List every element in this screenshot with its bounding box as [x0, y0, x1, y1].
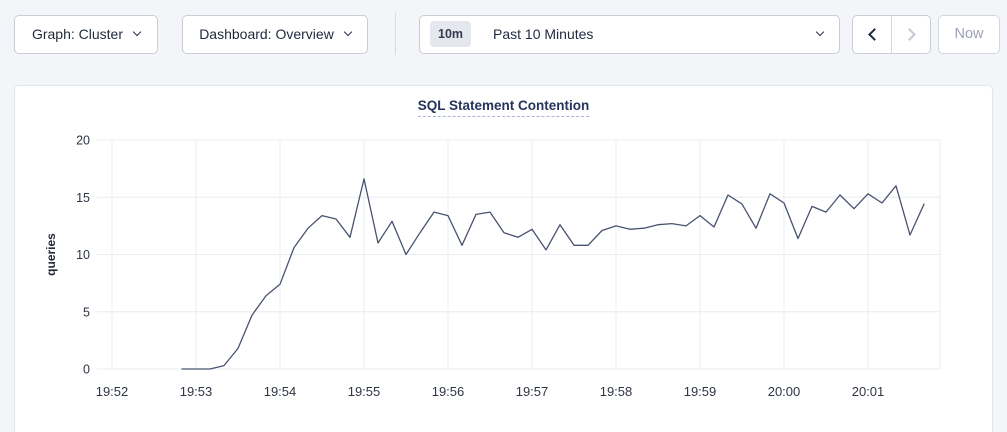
time-range-badge: 10m	[430, 21, 471, 47]
graph-dropdown[interactable]: Graph: Cluster	[14, 15, 158, 54]
graph-dropdown-label: Graph: Cluster	[32, 26, 123, 42]
x-tick-label: 19:52	[96, 384, 129, 399]
y-tick-label: 20	[76, 134, 90, 148]
time-range-dropdown[interactable]: 10m Past 10 Minutes	[419, 15, 840, 54]
sql-statement-contention-chart[interactable]: 0 5 10 15 20 19:52 19:53 19:54 19:55 19:56 19:57 19…	[15, 128, 992, 420]
series-line-queries	[182, 179, 924, 369]
y-axis-label: queries	[44, 233, 58, 276]
x-tick-label: 20:01	[852, 384, 885, 399]
x-tick-label: 19:56	[432, 384, 465, 399]
chevron-right-icon	[903, 28, 916, 41]
toolbar-divider	[395, 13, 396, 55]
x-tick-label: 20:00	[768, 384, 801, 399]
y-tick-label: 0	[83, 363, 90, 377]
x-tick-label: 19:58	[600, 384, 633, 399]
x-tick-label: 19:55	[348, 384, 381, 399]
x-tick-label: 19:54	[264, 384, 297, 399]
chevron-down-icon	[816, 28, 824, 36]
y-tick-label: 15	[76, 191, 90, 205]
chevron-left-icon	[868, 28, 881, 41]
dashboard-dropdown-label: Dashboard: Overview	[199, 26, 334, 42]
chart-title[interactable]: SQL Statement Contention	[418, 98, 590, 117]
x-tick-label: 19:57	[516, 384, 549, 399]
y-tick-label: 10	[76, 248, 90, 262]
chevron-down-icon	[133, 28, 141, 36]
time-range-label: Past 10 Minutes	[493, 26, 593, 42]
time-pager	[852, 15, 931, 54]
next-timespan-button[interactable]	[892, 16, 930, 53]
dashboard-dropdown[interactable]: Dashboard: Overview	[182, 15, 368, 54]
x-tick-label: 19:59	[684, 384, 717, 399]
chart-card: SQL Statement Contention 0 5 10 15 20 19:52 19…	[14, 85, 993, 432]
chevron-down-icon	[344, 28, 352, 36]
x-tick-label: 19:53	[180, 384, 213, 399]
y-tick-label: 5	[83, 305, 90, 319]
now-button[interactable]: Now	[938, 15, 1000, 54]
previous-timespan-button[interactable]	[853, 16, 892, 53]
chart-title-row: SQL Statement Contention	[15, 86, 992, 128]
toolbar: Graph: Cluster Dashboard: Overview 10m P…	[0, 0, 1007, 54]
